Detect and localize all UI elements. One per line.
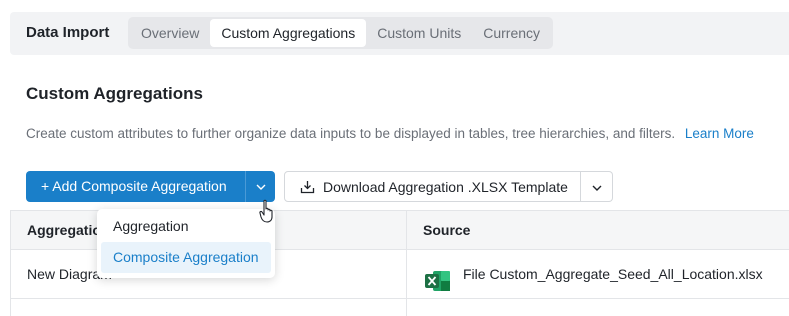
empty-cell (10, 299, 407, 316)
column-header-source[interactable]: Source (407, 211, 789, 249)
tab-bar: Overview Custom Aggregations Custom Unit… (128, 17, 554, 49)
add-options-toggle[interactable] (245, 171, 275, 202)
app-title: Data Import (26, 24, 110, 41)
add-aggregation-split-button: + Add Composite Aggregation (26, 171, 275, 202)
tab-custom-units[interactable]: Custom Units (366, 19, 472, 47)
hand-pointer-cursor-icon (259, 199, 277, 230)
description-text: Create custom attributes to further orga… (26, 126, 676, 141)
download-options-toggle[interactable] (581, 171, 613, 202)
download-template-split-button: Download Aggregation .XLSX Template (284, 171, 613, 202)
table-row (10, 299, 789, 316)
source-cell: File Custom_Aggregate_Seed_All_Location.… (407, 250, 789, 298)
add-composite-aggregation-button[interactable]: + Add Composite Aggregation (26, 171, 245, 202)
menu-item-composite-aggregation[interactable]: Composite Aggregation (101, 242, 271, 273)
section-title: Custom Aggregations (26, 84, 203, 103)
excel-file-icon (425, 263, 450, 291)
chevron-down-icon (592, 185, 602, 191)
add-options-dropdown-menu: Aggregation Composite Aggregation (97, 209, 275, 278)
tab-overview[interactable]: Overview (130, 19, 210, 47)
section-description: Create custom attributes to further orga… (26, 126, 754, 141)
tab-custom-aggregations[interactable]: Custom Aggregations (210, 19, 367, 47)
tab-currency[interactable]: Currency (472, 19, 551, 47)
download-template-button[interactable]: Download Aggregation .XLSX Template (284, 171, 581, 202)
menu-item-aggregation[interactable]: Aggregation (101, 211, 271, 242)
top-header: Data Import Overview Custom Aggregations… (10, 12, 789, 55)
chevron-down-icon (256, 184, 266, 190)
learn-more-link[interactable]: Learn More (685, 126, 754, 141)
download-icon (300, 180, 315, 194)
download-template-label: Download Aggregation .XLSX Template (323, 178, 568, 195)
source-file-name: File Custom_Aggregate_Seed_All_Location.… (463, 266, 763, 282)
